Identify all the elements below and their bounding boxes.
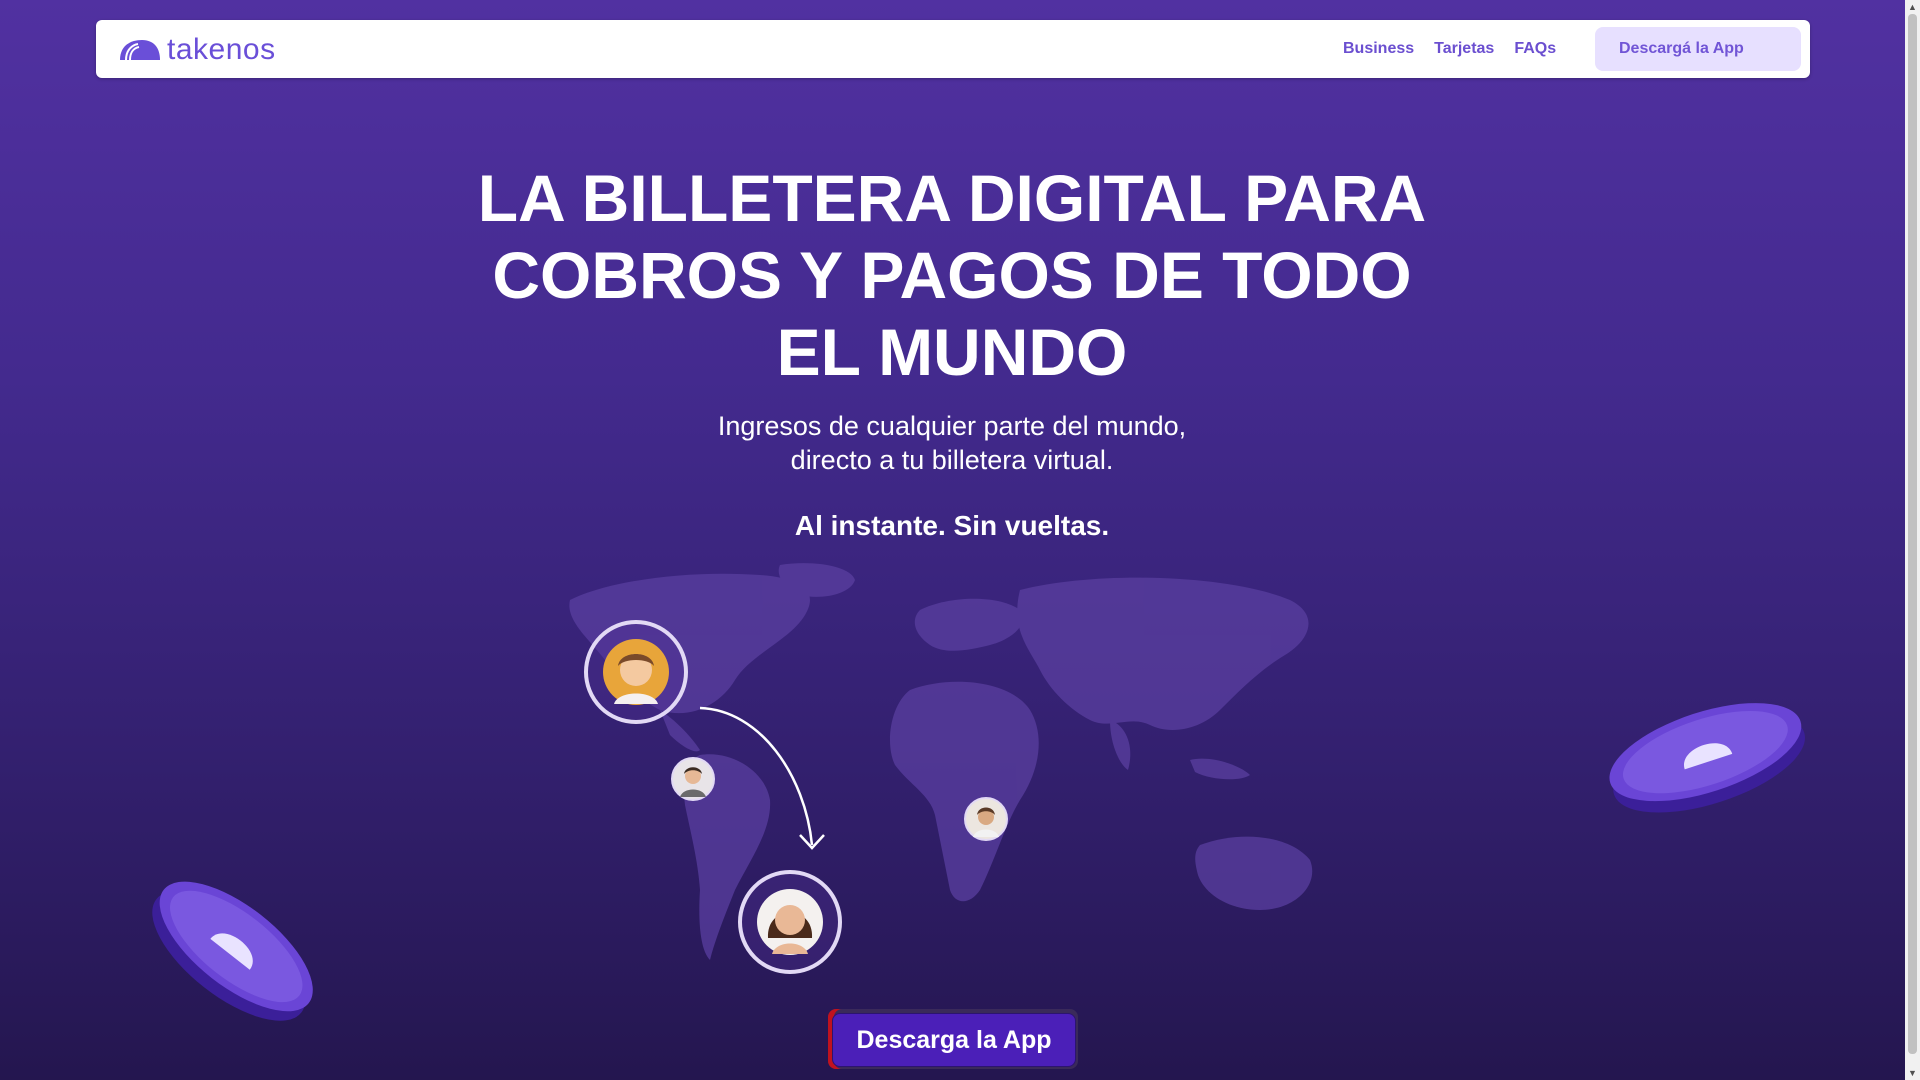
- navbar: takenos Business Tarjetas FAQs Descargá …: [96, 20, 1810, 78]
- nav-link-business[interactable]: Business: [1343, 40, 1414, 58]
- user-avatar-icon: [680, 767, 706, 797]
- user-avatar-icon: [603, 639, 669, 705]
- avatar-user-4: [738, 870, 842, 974]
- scroll-up-icon[interactable]: ▲: [1905, 0, 1920, 14]
- nav-link-tarjetas[interactable]: Tarjetas: [1434, 40, 1494, 58]
- user-avatar-icon: [973, 807, 999, 837]
- hero-subtitle: Ingresos de cualquier parte del mundo, d…: [560, 409, 1344, 477]
- page-scrollbar[interactable]: ▲ ▼: [1905, 0, 1920, 1080]
- hero-cta-wrapper: Descarga la App: [828, 1009, 1078, 1069]
- hero-subtitle-line-1: Ingresos de cualquier parte del mundo,: [717, 411, 1187, 441]
- nav-links: Business Tarjetas FAQs: [1343, 40, 1556, 58]
- logo-wordmark: takenos: [167, 33, 276, 66]
- user-avatar-icon: [757, 889, 823, 955]
- avatar-user-3: [964, 797, 1008, 841]
- landing-page: takenos Business Tarjetas FAQs Descargá …: [0, 0, 1905, 1080]
- download-app-nav-button[interactable]: Descargá la App: [1595, 27, 1801, 71]
- avatar-user-2: [671, 757, 715, 801]
- nav-link-faqs[interactable]: FAQs: [1514, 40, 1556, 58]
- scroll-down-icon[interactable]: ▼: [1905, 1066, 1920, 1080]
- takenos-logo-icon: [120, 40, 160, 61]
- download-app-hero-button[interactable]: Descarga la App: [832, 1013, 1076, 1067]
- avatar-user-1: [584, 620, 688, 724]
- hero-headline: LA BILLETERA DIGITAL PARA COBROS Y PAGOS…: [477, 161, 1427, 389]
- hero-tagline: Al instante. Sin vueltas.: [794, 510, 1110, 541]
- coin-right-decoration: [1609, 703, 1805, 813]
- takenos-logo[interactable]: takenos: [118, 34, 276, 66]
- hero-subtitle-line-2: directo a tu billetera virtual.: [790, 445, 1114, 475]
- coin-left-decoration: [152, 881, 313, 1021]
- scrollbar-thumb[interactable]: [1908, 14, 1917, 1054]
